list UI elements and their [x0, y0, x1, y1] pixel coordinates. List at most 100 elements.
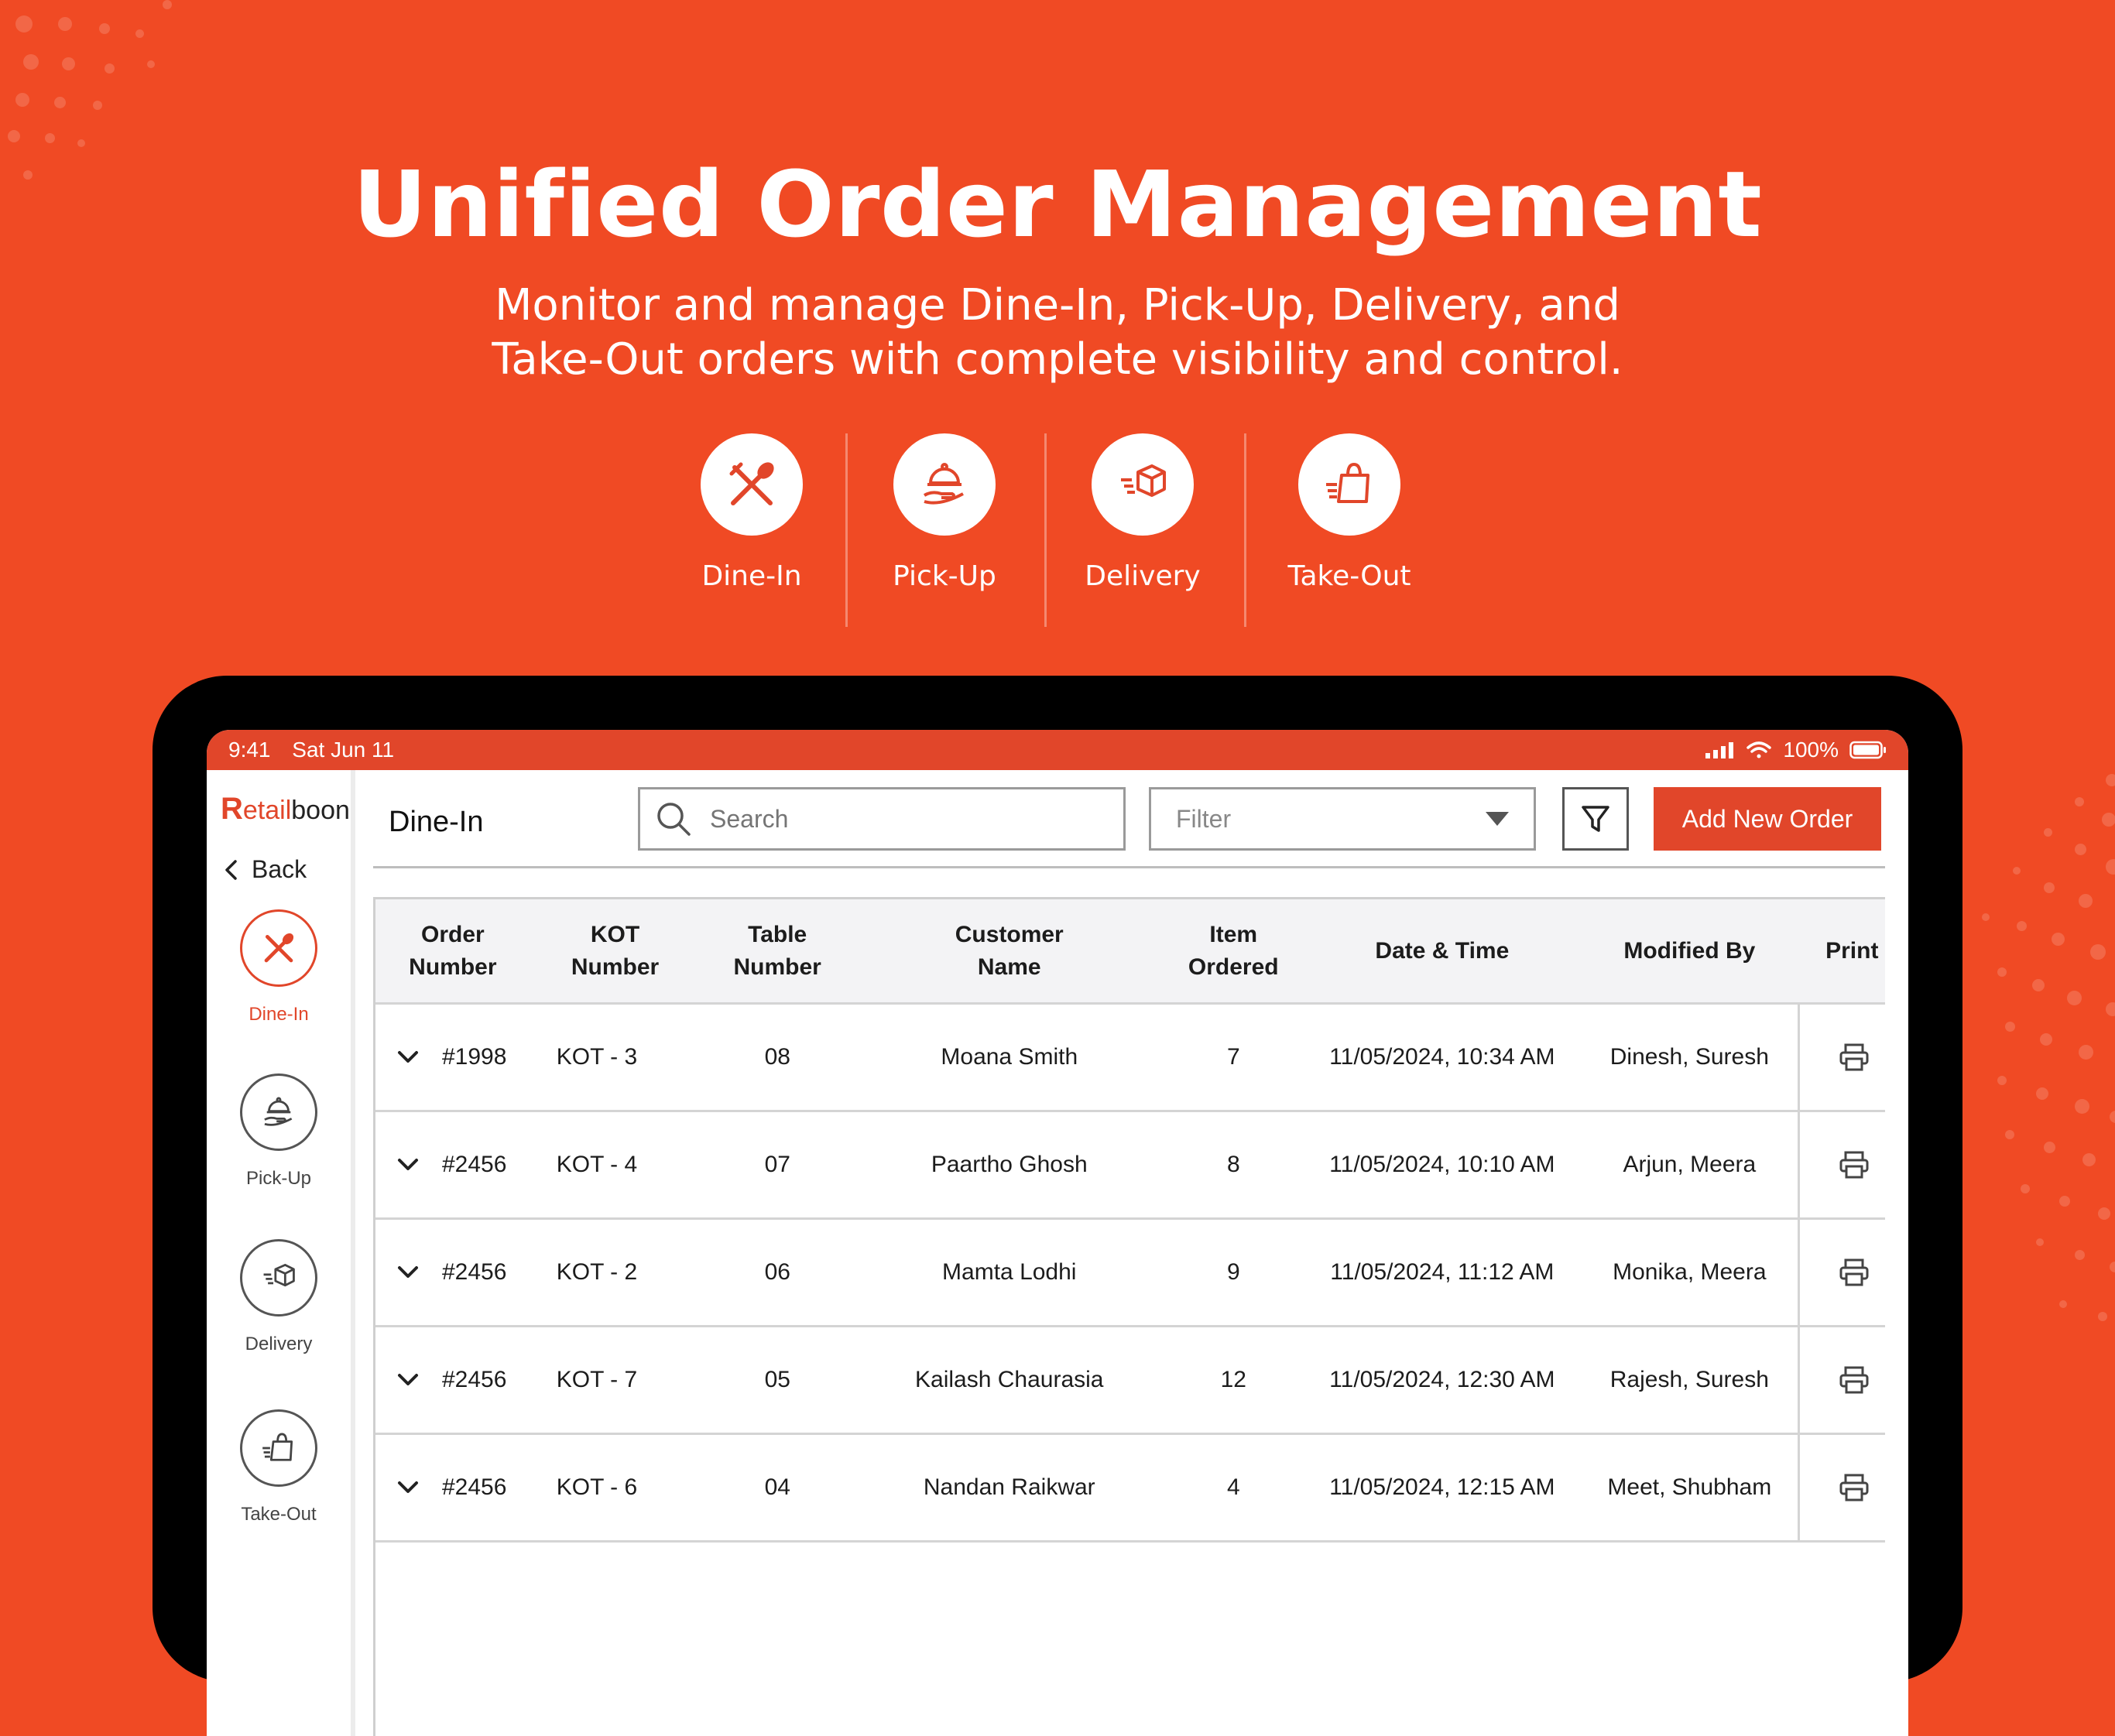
category-dine-in: Dine-In — [659, 433, 845, 592]
header-item-ordered: Item Ordered — [1188, 921, 1279, 980]
filter-button[interactable] — [1562, 787, 1629, 851]
signal-icon — [1705, 742, 1734, 758]
category-delivery: Delivery — [1050, 433, 1236, 592]
category-pick-up: Pick-Up — [852, 433, 1037, 592]
search-box[interactable] — [638, 787, 1126, 851]
battery-percent: 100% — [1783, 738, 1839, 762]
filter-dropdown[interactable]: Filter — [1149, 787, 1536, 851]
table-row[interactable]: #2456 KOT - 4 07 Paartho Ghosh 8 11/05/2… — [375, 1112, 1885, 1220]
modified-by: Arjun, Meera — [1623, 1152, 1757, 1177]
search-icon — [657, 803, 691, 836]
category-label: Pick-Up — [893, 560, 996, 592]
sidebar: Retailboon Back Dine-In Pick-Up Delivery… — [207, 770, 355, 1736]
table-row[interactable]: #2456 KOT - 2 06 Mamta Lodhi 9 11/05/202… — [375, 1220, 1885, 1327]
item-count: 8 — [1226, 1152, 1240, 1177]
status-bar: 9:41 Sat Jun 11 100% — [207, 730, 1908, 770]
chevron-down-icon[interactable] — [397, 1158, 419, 1172]
item-count: 7 — [1226, 1044, 1240, 1070]
hero-title: Unified Order Management — [352, 151, 1763, 258]
item-count: 9 — [1226, 1259, 1240, 1285]
page-title: Dine-In — [389, 806, 484, 838]
kot-number: KOT - 4 — [556, 1152, 638, 1177]
item-count: 12 — [1220, 1367, 1246, 1392]
table-number: 06 — [764, 1259, 790, 1285]
table-number: 07 — [764, 1152, 790, 1177]
modified-by: Rajesh, Suresh — [1609, 1367, 1769, 1392]
sidebar-item-label: Delivery — [245, 1334, 313, 1354]
sidebar-item-take-out[interactable]: Take-Out — [207, 1409, 351, 1525]
order-number: #2456 — [442, 1259, 507, 1285]
shopping-bag-icon — [1326, 463, 1369, 503]
header-modified-by: Modified By — [1623, 937, 1756, 964]
printer-icon[interactable] — [1839, 1474, 1870, 1501]
order-number: #1998 — [442, 1044, 507, 1070]
category-label: Take-Out — [1287, 560, 1411, 592]
chevron-down-icon[interactable] — [397, 1050, 419, 1064]
header-divider — [373, 866, 1885, 868]
header-kot-number: KOT Number — [571, 921, 660, 980]
chevron-left-icon — [225, 859, 237, 880]
table-header: Order Number KOT Number Table Number Custom… — [375, 899, 1885, 1005]
tablet-screen: 9:41 Sat Jun 11 100% Retailboon Back Din… — [207, 730, 1908, 1736]
shopping-bag-icon — [262, 1433, 293, 1461]
sidebar-item-delivery[interactable]: Delivery — [207, 1239, 351, 1355]
modified-by: Dinesh, Suresh — [1609, 1044, 1769, 1070]
sidebar-item-label: Dine-In — [249, 1004, 309, 1025]
category-divider — [845, 433, 848, 627]
customer-name: Paartho Ghosh — [931, 1152, 1088, 1177]
battery-icon — [1849, 741, 1886, 759]
kot-number: KOT - 7 — [556, 1367, 638, 1392]
table-row[interactable]: #2456 KOT - 7 05 Kailash Chaurasia 12 11… — [375, 1327, 1885, 1435]
back-label: Back — [252, 855, 307, 883]
modified-by: Meet, Shubham — [1607, 1474, 1772, 1500]
order-number: #2456 — [442, 1474, 507, 1500]
category-label: Delivery — [1085, 560, 1201, 592]
back-button[interactable]: Back — [224, 855, 307, 884]
search-input[interactable] — [708, 803, 1114, 834]
sidebar-item-dine-in[interactable]: Dine-In — [207, 909, 351, 1026]
table-row[interactable]: #2456 KOT - 6 04 Nandan Raikwar 4 11/05/… — [375, 1435, 1885, 1543]
printer-icon[interactable] — [1839, 1151, 1870, 1179]
orders-table: Order Number KOT Number Table Number Custom… — [373, 897, 1885, 1736]
fork-spoon-icon — [264, 933, 294, 963]
category-take-out: Take-Out — [1256, 433, 1442, 592]
customer-name: Moana Smith — [941, 1044, 1078, 1070]
delivery-box-icon — [263, 1263, 295, 1287]
delivery-box-icon — [1121, 464, 1166, 497]
chevron-down-icon[interactable] — [397, 1481, 419, 1495]
status-date: Sat Jun 11 — [292, 738, 395, 762]
header-table-number: Table Number — [733, 921, 821, 980]
add-new-order-button[interactable]: Add New Order — [1654, 787, 1881, 851]
sidebar-item-pick-up[interactable]: Pick-Up — [207, 1073, 351, 1190]
printer-icon[interactable] — [1839, 1366, 1870, 1394]
header-order-number: Order Number — [409, 921, 497, 980]
customer-name: Kailash Chaurasia — [915, 1367, 1104, 1392]
printer-icon[interactable] — [1839, 1258, 1870, 1286]
date-time: 11/05/2024, 11:12 AM — [1330, 1259, 1555, 1285]
tablet-frame: 9:41 Sat Jun 11 100% Retailboon Back Din… — [153, 676, 1962, 1736]
caret-down-icon — [1486, 812, 1509, 826]
hero-subtitle: Monitor and manage Dine-In, Pick-Up, Del… — [492, 280, 1623, 385]
decorative-dots-right — [1951, 766, 2115, 1370]
table-number: 08 — [764, 1044, 790, 1070]
header-print: Print — [1825, 937, 1879, 964]
category-divider — [1044, 433, 1047, 627]
printer-icon[interactable] — [1839, 1043, 1870, 1071]
header-customer-name: Customer Name — [955, 921, 1064, 980]
header-date-time: Date & Time — [1375, 937, 1510, 964]
table-number: 05 — [764, 1367, 790, 1392]
fork-spoon-icon — [729, 462, 774, 505]
table-number: 04 — [764, 1474, 790, 1500]
chevron-down-icon[interactable] — [397, 1265, 419, 1279]
cloche-hand-icon — [264, 1097, 293, 1126]
order-number: #2456 — [442, 1152, 507, 1177]
table-row[interactable]: #1998 KOT - 3 08 Moana Smith 7 11/05/202… — [375, 1005, 1885, 1112]
category-row: Dine-In Pick-Up Delivery Take-Out — [0, 433, 2115, 627]
sidebar-item-label: Pick-Up — [245, 1168, 311, 1189]
item-count: 4 — [1226, 1474, 1240, 1500]
order-number: #2456 — [442, 1367, 507, 1392]
retailboon-logo: Retailboon — [221, 792, 350, 826]
date-time: 11/05/2024, 12:15 AM — [1329, 1474, 1555, 1500]
kot-number: KOT - 2 — [556, 1259, 638, 1285]
chevron-down-icon[interactable] — [397, 1373, 419, 1387]
